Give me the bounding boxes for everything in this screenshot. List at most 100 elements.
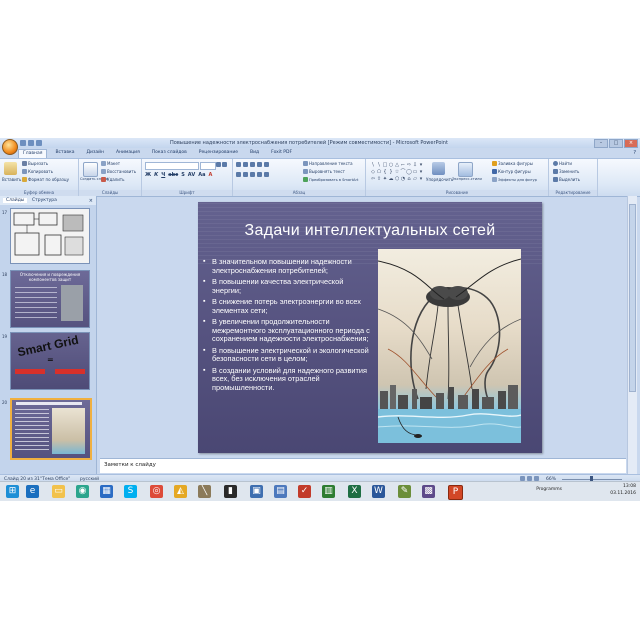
save-icon[interactable] — [20, 140, 26, 146]
app-icon[interactable]: ╲ — [198, 485, 211, 498]
clock-date[interactable]: 03.11.2016 — [610, 491, 636, 496]
store-icon[interactable]: ▦ — [100, 485, 113, 498]
spacing-icon[interactable]: AV — [188, 172, 195, 178]
justify-icon[interactable] — [257, 172, 262, 177]
tab-home[interactable]: Главная — [18, 149, 48, 158]
align-text-button[interactable]: Выровнять текст — [303, 169, 345, 174]
quick-styles-icon[interactable] — [458, 162, 473, 177]
shapes-gallery[interactable]: \ \ □ ○ △ ⌐ ⇨ ⇩ ▾ ◇ ⬠{} ☆ ⌒ ◯ ▭ ▾ ⇦ ⇧ ✦ ☁ ⬡ ◔ ⌂ ▱ ▾ — [370, 162, 426, 186]
find-button[interactable]: Найти — [553, 161, 572, 166]
slide-thumbnail[interactable]: Отключения и повреждения компонентов защ… — [10, 270, 90, 328]
tab-insert[interactable]: Вставка — [51, 149, 78, 158]
skype-icon[interactable]: S — [124, 485, 137, 498]
replace-button[interactable]: Заменить — [553, 169, 579, 174]
align-text-icon — [303, 169, 308, 174]
copy-button[interactable]: Копировать — [22, 169, 53, 174]
tab-outline[interactable]: Структура — [32, 198, 57, 203]
help-icon[interactable]: ? — [633, 150, 636, 156]
select-button[interactable]: Выделить — [553, 177, 580, 182]
slide-thumbnail[interactable] — [10, 208, 90, 264]
terminal-icon[interactable]: ▮ — [224, 485, 237, 498]
delete-slide-button[interactable]: Удалить — [101, 177, 125, 182]
scrollbar-thumb[interactable] — [629, 204, 636, 392]
undo-icon[interactable] — [28, 140, 34, 146]
redo-icon[interactable] — [36, 140, 42, 146]
shape-outline-button[interactable]: Контур фигуры — [492, 169, 531, 174]
app-icon[interactable]: ▥ — [322, 485, 335, 498]
maximize-button[interactable]: □ — [609, 139, 623, 148]
slide-bullet-list[interactable]: В значительном повышении надежности элек… — [202, 257, 374, 395]
font-color-icon[interactable]: A — [208, 172, 212, 178]
internet-explorer-icon[interactable]: e — [26, 485, 39, 498]
app-icon[interactable]: ✎ — [398, 485, 411, 498]
tab-review[interactable]: Рецензирование — [195, 149, 242, 158]
line-spacing-icon[interactable] — [264, 162, 269, 167]
word-icon[interactable]: W — [372, 485, 385, 498]
case-icon[interactable]: Aa — [198, 172, 205, 178]
bold-icon[interactable]: Ж — [145, 172, 151, 178]
quick-styles-button[interactable]: Экспресс-стили — [452, 177, 482, 181]
clock-time[interactable]: 13:08 — [623, 484, 636, 489]
tab-foxit-pdf[interactable]: Foxit PDF — [267, 149, 296, 158]
tab-view[interactable]: Вид — [246, 149, 263, 158]
font-family-select[interactable] — [145, 162, 199, 170]
align-center-icon[interactable] — [243, 172, 248, 177]
group-paragraph: Направление текста Выровнять текст Преоб… — [233, 159, 366, 196]
text-direction-button[interactable]: Направление текста — [303, 161, 353, 166]
file-explorer-icon[interactable]: ▭ — [52, 485, 65, 498]
format-painter-button[interactable]: Формат по образцу — [22, 177, 69, 182]
app-icon[interactable]: ▣ — [250, 485, 263, 498]
align-right-icon[interactable] — [250, 172, 255, 177]
underline-icon[interactable]: Ч — [161, 172, 165, 178]
font-size-select[interactable] — [200, 162, 216, 170]
shrink-font-icon[interactable] — [222, 162, 227, 167]
language-bar[interactable]: Programms — [536, 487, 562, 492]
paste-icon[interactable] — [4, 162, 17, 175]
decrease-indent-icon[interactable] — [250, 162, 255, 167]
shadow-icon[interactable]: S — [181, 172, 185, 178]
app-icon[interactable]: ▤ — [274, 485, 287, 498]
increase-indent-icon[interactable] — [257, 162, 262, 167]
arrange-button[interactable]: Упорядочить — [426, 177, 453, 182]
windows-start-icon[interactable]: ⊞ — [6, 485, 19, 498]
tab-slideshow[interactable]: Показ слайдов — [148, 149, 191, 158]
arrange-icon[interactable] — [432, 162, 445, 175]
minimize-button[interactable]: – — [594, 139, 608, 148]
slide-illustration-image[interactable] — [378, 249, 521, 443]
tab-design[interactable]: Дизайн — [83, 149, 108, 158]
brush-icon — [22, 177, 27, 182]
align-left-icon[interactable] — [236, 172, 241, 177]
notes-pane[interactable]: Заметки к слайду — [100, 458, 626, 473]
tab-slides[interactable]: Слайды — [3, 198, 28, 203]
cut-button[interactable]: Вырезать — [22, 161, 48, 166]
layout-button[interactable]: Макет — [101, 161, 120, 166]
new-slide-icon[interactable] — [83, 162, 98, 177]
app-icon[interactable]: ✓ — [298, 485, 311, 498]
smartart-button[interactable]: Преобразовать в SmartArt — [303, 177, 358, 182]
app-icon[interactable]: ▩ — [422, 485, 435, 498]
shape-fill-button[interactable]: Заливка фигуры — [492, 161, 533, 166]
chrome-icon[interactable]: ◎ — [150, 485, 163, 498]
columns-icon[interactable] — [264, 172, 269, 177]
grow-font-icon[interactable] — [216, 162, 221, 167]
italic-icon[interactable]: К — [154, 172, 158, 178]
powerpoint-icon[interactable]: P — [448, 485, 463, 500]
close-pane-icon[interactable]: × — [89, 198, 93, 204]
slide-title[interactable]: Задачи интеллектуальных сетей — [198, 222, 542, 240]
excel-icon[interactable]: X — [348, 485, 361, 498]
app-icon[interactable]: ◉ — [76, 485, 89, 498]
app-icon[interactable]: ◭ — [174, 485, 187, 498]
bullets-icon[interactable] — [236, 162, 241, 167]
tab-animation[interactable]: Анимация — [112, 149, 144, 158]
slide-thumbnail-selected[interactable] — [10, 398, 92, 460]
slide-canvas[interactable]: Задачи интеллектуальных сетей В значител… — [198, 202, 542, 453]
paste-button[interactable]: Вставить — [2, 177, 21, 182]
office-button[interactable] — [2, 139, 18, 155]
numbering-icon[interactable] — [243, 162, 248, 167]
slide-thumbnail[interactable]: Smart Grid = — [10, 332, 90, 390]
vertical-scrollbar[interactable] — [627, 196, 637, 474]
shape-effects-button[interactable]: Эффекты для фигур — [492, 177, 537, 182]
strike-icon[interactable]: abc — [168, 172, 178, 178]
close-button[interactable]: × — [624, 139, 638, 148]
reset-button[interactable]: Восстановить — [101, 169, 136, 174]
